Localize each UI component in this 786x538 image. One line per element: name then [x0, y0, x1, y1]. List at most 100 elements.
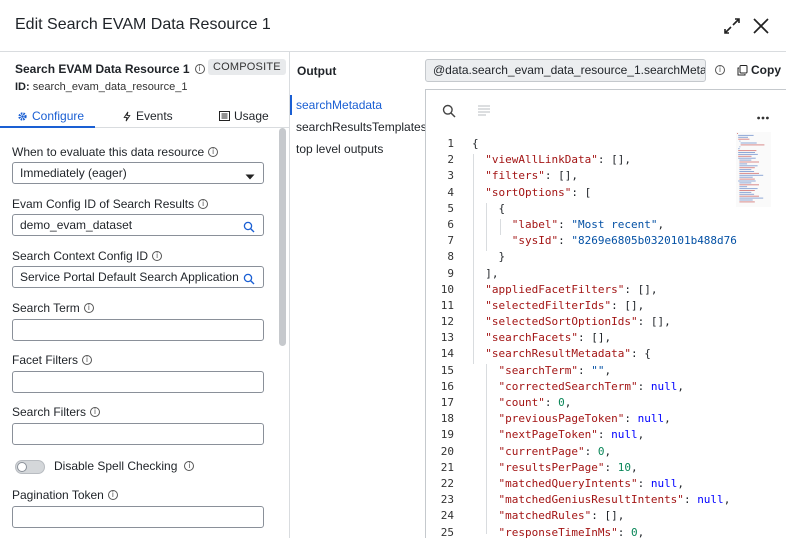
copy-button[interactable]: Copy [737, 63, 781, 77]
code-line: 10 "appliedFacetFilters": [], [426, 282, 786, 298]
when-label: When to evaluate this data resource i [12, 145, 219, 159]
line-content: "viewAllLinkData": [], [485, 153, 631, 167]
line-number: 15 [440, 363, 454, 377]
code-line: 18 "previousPageToken": null, [426, 411, 786, 427]
line-number: 7 [447, 234, 454, 248]
more-horizontal-icon[interactable] [757, 109, 769, 123]
output-item-search-metadata[interactable]: searchMetadata [290, 94, 424, 116]
search-icon[interactable] [442, 104, 456, 121]
info-icon[interactable]: i [184, 461, 195, 471]
line-content: } [472, 250, 506, 264]
tab-usage-label: Usage [234, 109, 269, 123]
search-term-input[interactable] [12, 319, 264, 341]
config-tabs: Configure Events Usage [0, 104, 289, 128]
minimap-line [739, 167, 755, 169]
info-icon[interactable]: i [198, 199, 209, 209]
minimap-line [739, 163, 748, 165]
code-line: 12 "selectedSortOptionIds": [], [426, 314, 786, 330]
close-x-icon [753, 18, 769, 34]
form-scrollbar[interactable] [279, 128, 286, 346]
output-label: Output [297, 64, 337, 78]
evam-label-text: Evam Config ID of Search Results [12, 197, 195, 211]
code-line: 16 "correctedSearchTerm": null, [426, 379, 786, 395]
expand-button[interactable] [720, 14, 744, 38]
code-line: 4 "sortOptions": [ [426, 185, 786, 201]
search-filters-input[interactable] [12, 423, 264, 445]
pagination-label-text: Pagination Token [12, 488, 104, 502]
filters-label: Search Filters i [12, 405, 101, 419]
line-content: "searchFacets": [], [485, 331, 612, 345]
info-icon[interactable]: i [82, 355, 93, 365]
line-number: 13 [440, 331, 454, 345]
code-minimap[interactable] [736, 132, 771, 207]
info-icon[interactable]: i [715, 65, 725, 75]
minimap-line [739, 190, 755, 191]
close-button[interactable] [749, 14, 773, 38]
format-lines-icon[interactable] [478, 105, 490, 119]
evam-config-value: demo_evam_dataset [20, 218, 133, 232]
tab-usage[interactable]: Usage [219, 104, 269, 128]
line-number: 5 [447, 201, 454, 215]
minimap-line [738, 180, 756, 182]
modal-title: Edit Search EVAM Data Resource 1 [15, 16, 271, 33]
composite-badge: COMPOSITE [208, 59, 286, 75]
facet-filters-input[interactable] [12, 371, 264, 393]
info-icon[interactable]: i [152, 251, 163, 261]
output-item-search-results-templates[interactable]: searchResultsTemplates [290, 116, 427, 138]
minimap-line [740, 144, 765, 146]
gear-icon [18, 111, 27, 121]
search-context-input[interactable]: Service Portal Default Search Applicatio… [12, 266, 264, 288]
minimap-line [737, 133, 738, 134]
filters-label-text: Search Filters [12, 405, 87, 419]
resource-id-label: ID: [15, 81, 30, 93]
line-content: "selectedFilterIds": [], [485, 298, 645, 312]
minimap-line [739, 161, 759, 163]
spell-label-text: Disable Spell Checking [54, 459, 178, 473]
line-number: 17 [440, 396, 454, 409]
info-icon[interactable]: i [83, 303, 94, 313]
output-item-top-level-outputs[interactable]: top level outputs [290, 138, 424, 160]
info-icon[interactable]: i [208, 147, 219, 157]
when-select[interactable]: Immediately (eager) [12, 162, 264, 184]
minimap-line [739, 186, 748, 188]
line-content: "count": 0, [498, 396, 572, 409]
pagination-token-input[interactable] [12, 506, 264, 528]
info-icon[interactable]: i [107, 490, 118, 500]
list-icon [219, 111, 230, 121]
line-content: "appliedFacetFilters": [], [485, 282, 658, 296]
tab-configure[interactable]: Configure [17, 104, 84, 128]
evam-config-input[interactable]: demo_evam_dataset [12, 214, 264, 236]
minimap-line [739, 178, 755, 180]
minimap-line [739, 159, 752, 161]
context-label-text: Search Context Config ID [12, 249, 149, 263]
tab-events[interactable]: Events [122, 104, 173, 128]
output-path-field[interactable]: @data.search_evam_data_resource_1.search… [425, 59, 706, 82]
info-icon[interactable]: i [90, 407, 101, 417]
code-line: 22 "matchedQueryIntents": null, [426, 476, 786, 492]
line-number: 2 [447, 153, 454, 167]
line-content: "sysId": "8269e6805b0320101b488d76 [511, 234, 737, 248]
minimap-line [739, 169, 752, 171]
info-icon[interactable]: i [194, 64, 205, 74]
spell-check-toggle[interactable] [15, 460, 45, 474]
copy-label: Copy [751, 63, 781, 77]
search-icon[interactable] [243, 271, 255, 291]
viewer-toolbar [426, 90, 786, 132]
minimap-line [740, 142, 757, 144]
minimap-line [739, 184, 759, 186]
code-line: 6 "label": "Most recent", [426, 217, 786, 233]
line-number: 14 [440, 347, 454, 361]
line-content: { [472, 201, 506, 215]
minimap-line [739, 174, 764, 176]
line-number: 23 [440, 493, 454, 507]
search-icon[interactable] [243, 219, 255, 239]
minimap-line [738, 136, 748, 138]
line-content: "label": "Most recent", [511, 217, 665, 231]
minimap-line [739, 165, 758, 167]
minimap-line [738, 155, 752, 157]
json-code[interactable]: 1{2 "viewAllLinkData": [], 3 "filters": [… [426, 136, 786, 538]
code-line: 13 "searchFacets": [], [426, 330, 786, 346]
line-number: 1 [447, 137, 454, 150]
facet-label: Facet Filters i [12, 353, 93, 367]
evam-label: Evam Config ID of Search Results i [12, 197, 209, 211]
